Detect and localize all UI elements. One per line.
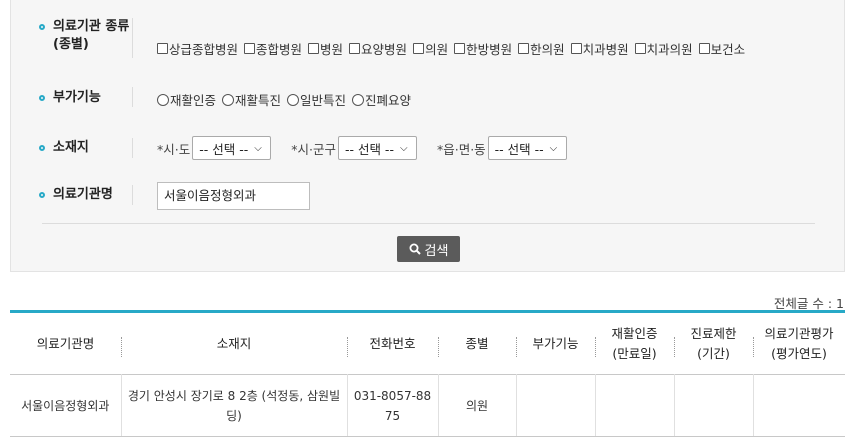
type-option-2[interactable]: 병원	[308, 39, 343, 58]
col-evaluation-header[interactable]: 의료기관평가 (평가연도)	[753, 312, 845, 375]
col-name-header[interactable]: 의료기관명	[10, 312, 121, 375]
cell-extra	[515, 374, 595, 437]
name-label: 의료기관명	[39, 186, 134, 204]
cell-rehab	[594, 374, 674, 437]
checkbox[interactable]	[518, 43, 530, 54]
bullet-icon	[39, 24, 45, 30]
checkbox[interactable]	[244, 43, 256, 54]
location-label: 소재지	[39, 139, 134, 157]
col-rehab-header[interactable]: 재활인증 (만료일)	[595, 312, 674, 375]
type-row: 의료기관 종류 (종별)	[39, 18, 134, 54]
divider	[132, 18, 133, 58]
type-option-9[interactable]: 보건소	[698, 39, 745, 58]
bullet-icon	[39, 95, 45, 101]
type-option-5[interactable]: 한방병원	[454, 39, 512, 58]
results-table: 의료기관명 소재지 전화번호 종별 부가기능 재활인증 (만료일) 진료제한 (기간…	[10, 310, 845, 437]
radio[interactable]	[222, 93, 235, 106]
extra-option-3[interactable]: 진폐요양	[352, 90, 411, 109]
bullet-icon	[39, 145, 45, 151]
sido-label: *시·도	[157, 141, 191, 157]
type-option-1[interactable]: 종합병원	[244, 39, 302, 58]
col-address-header[interactable]: 소재지	[121, 312, 347, 375]
col-restriction-header[interactable]: 진료제한 (기간)	[674, 312, 753, 375]
checkbox[interactable]	[570, 43, 582, 54]
search-icon	[409, 243, 421, 255]
extra-option-1[interactable]: 재활특진	[222, 90, 281, 109]
radio[interactable]	[352, 93, 365, 106]
checkbox[interactable]	[308, 43, 320, 54]
radio[interactable]	[157, 93, 169, 106]
divider	[42, 223, 815, 224]
chevron-down-icon: ⌵	[254, 142, 262, 154]
extra-label: 부가기능	[39, 89, 134, 107]
checkbox[interactable]	[454, 43, 466, 54]
type-option-7[interactable]: 치과병원	[570, 39, 629, 58]
type-option-3[interactable]: 요양병원	[349, 39, 407, 58]
table-row[interactable]: 서울이음정형외과 경기 안성시 장기로 8 2층 (석정동, 삼원빌딩) 031…	[10, 374, 845, 437]
cell-type: 의원	[437, 374, 516, 437]
chevron-down-icon: ⌵	[549, 142, 558, 154]
type-option-0[interactable]: 상급종합병원	[157, 39, 238, 58]
type-label-line1: 의료기관 종류	[53, 19, 130, 34]
name-input[interactable]: 서울이음정형외과	[157, 182, 310, 210]
cell-restriction	[673, 374, 753, 437]
search-button[interactable]: 검색	[397, 236, 460, 262]
type-options: 상급종합병원 종합병원 병원 요양병원 의원 한방병원 한의원 치과병원 치과의…	[157, 39, 751, 58]
cell-evaluation	[752, 374, 845, 437]
checkbox[interactable]	[349, 43, 361, 54]
bullet-icon	[39, 192, 45, 198]
checkbox[interactable]	[413, 43, 425, 54]
divider	[132, 185, 133, 205]
cell-phone: 031-8057-8875	[346, 374, 438, 437]
checkbox[interactable]	[698, 43, 710, 54]
checkbox[interactable]	[157, 43, 168, 54]
divider	[132, 138, 133, 158]
cell-name[interactable]: 서울이음정형외과	[10, 374, 121, 437]
eupmyeondong-label: *읍·면·동	[436, 141, 486, 157]
radio[interactable]	[287, 93, 300, 106]
location-selects: *시·도 -- 선택 -- ⌵ *시·군구 -- 선택 -- ⌵ *읍·면·동 --…	[157, 136, 567, 160]
sigungu-select[interactable]: -- 선택 -- ⌵	[337, 136, 417, 160]
extra-option-0[interactable]: 재활인증	[157, 90, 216, 109]
type-label-line2: (종별)	[53, 37, 89, 52]
extra-options: 재활인증 재활특진 일반특진 진폐요양	[157, 90, 417, 109]
search-panel: 의료기관 종류 (종별) 상급종합병원 종합병원 병원 요양병원 의원 한방병원…	[10, 0, 845, 272]
location-row: 소재지	[39, 139, 134, 157]
type-label: 의료기관 종류 (종별)	[39, 18, 134, 54]
col-type-header[interactable]: 종별	[438, 312, 516, 375]
sido-select[interactable]: -- 선택 -- ⌵	[192, 136, 272, 160]
type-option-4[interactable]: 의원	[413, 39, 448, 58]
name-row: 의료기관명	[39, 186, 134, 204]
checkbox[interactable]	[634, 43, 646, 54]
sigungu-label: *시·군구	[291, 141, 336, 157]
cell-address: 경기 안성시 장기로 8 2층 (석정동, 삼원빌딩)	[120, 374, 347, 437]
table-header-row: 의료기관명 소재지 전화번호 종별 부가기능 재활인증 (만료일) 진료제한 (기간…	[10, 311, 845, 375]
extra-option-2[interactable]: 일반특진	[287, 90, 346, 109]
extra-row: 부가기능	[39, 89, 134, 107]
col-extra-header[interactable]: 부가기능	[516, 312, 595, 375]
chevron-down-icon: ⌵	[399, 142, 408, 154]
eupmyeondong-select[interactable]: -- 선택 -- ⌵	[487, 136, 567, 160]
type-option-8[interactable]: 치과의원	[634, 39, 693, 58]
type-option-6[interactable]: 한의원	[518, 39, 565, 58]
divider	[132, 87, 133, 107]
col-phone-header[interactable]: 전화번호	[347, 312, 438, 375]
